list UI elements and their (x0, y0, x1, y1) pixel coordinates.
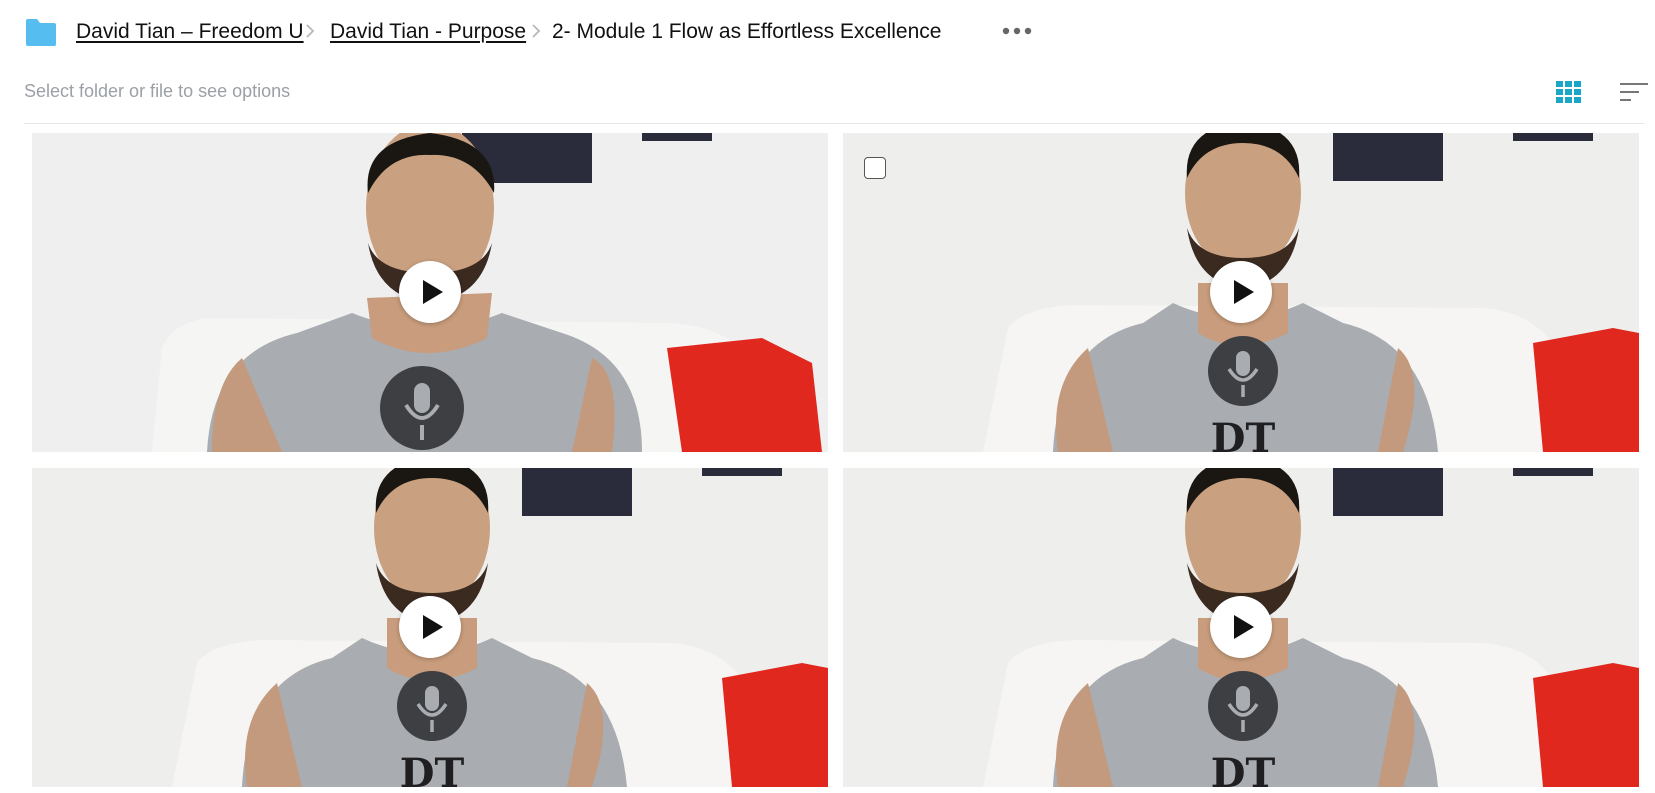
play-button[interactable] (399, 261, 461, 323)
selection-hint: Select folder or file to see options (24, 81, 291, 101)
folder-icon (26, 19, 56, 46)
sort-icon[interactable] (1620, 81, 1648, 103)
chevron-right-icon (532, 24, 541, 38)
play-button[interactable] (399, 596, 461, 658)
more-icon[interactable] (1000, 22, 1034, 40)
select-checkbox[interactable] (864, 157, 886, 179)
play-icon (423, 615, 443, 639)
breadcrumb: David Tian – Freedom U David Tian - Purp… (0, 0, 1655, 64)
grid-view-icon[interactable] (1556, 81, 1582, 103)
play-icon (423, 280, 443, 304)
video-tile[interactable] (32, 468, 828, 787)
play-icon (1234, 615, 1254, 639)
play-icon (1234, 280, 1254, 304)
breadcrumb-item-purpose[interactable]: David Tian - Purpose (330, 19, 526, 45)
video-tile[interactable] (843, 468, 1639, 787)
play-button[interactable] (1210, 261, 1272, 323)
play-button[interactable] (1210, 596, 1272, 658)
chevron-right-icon (306, 24, 315, 38)
breadcrumb-current-folder: 2- Module 1 Flow as Effortless Excellenc… (552, 20, 942, 43)
breadcrumb-item-freedom-u[interactable]: David Tian – Freedom U (76, 19, 304, 45)
video-tile[interactable] (32, 133, 828, 452)
toolbar-divider (24, 123, 1644, 124)
video-tile[interactable] (843, 133, 1639, 452)
